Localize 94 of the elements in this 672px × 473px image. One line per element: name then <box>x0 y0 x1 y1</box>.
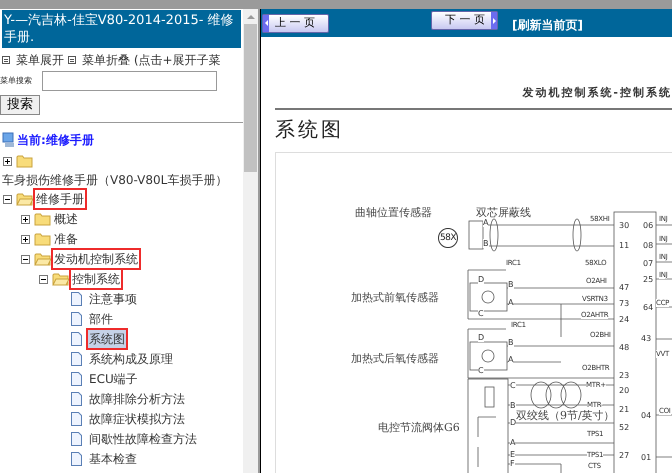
collapse-icon[interactable] <box>3 194 12 204</box>
tree-item[interactable]: 部件 <box>88 310 114 328</box>
pin-number: F <box>510 458 515 468</box>
expand-icon[interactable] <box>21 234 30 244</box>
menu-link[interactable]: 菜单展开 <box>16 51 64 69</box>
document-icon <box>71 372 82 386</box>
pin-number: B <box>508 280 514 288</box>
pin-number: 24 <box>619 314 630 324</box>
pin-number: 25 <box>643 274 654 284</box>
pin-number: A <box>508 354 514 364</box>
current-location: 当前:维修手册 <box>17 132 94 149</box>
diagram-label: 加热式前氧传感器 <box>351 290 439 304</box>
document-icon <box>71 392 82 406</box>
pin-number: 01 <box>641 452 652 462</box>
document-icon <box>71 332 82 346</box>
tree-item[interactable]: 系统图 <box>88 330 126 348</box>
pin-number: A <box>508 298 514 306</box>
tree-item[interactable]: 注意事项 <box>88 290 138 308</box>
pin-number: 11 <box>619 240 630 250</box>
pin-number: 73 <box>619 298 630 308</box>
pin-number: 04 <box>641 410 652 420</box>
pin-number: A <box>510 438 516 446</box>
search-label: 菜单搜索 <box>0 75 33 87</box>
menu-link[interactable]: 菜单折叠 (点击+展开子菜 <box>82 51 221 69</box>
search-field[interactable] <box>42 71 217 91</box>
document-icon <box>71 352 82 366</box>
open-folder-icon <box>52 272 70 286</box>
folder-icon <box>34 232 52 246</box>
tree-item[interactable]: 故障症状模拟方法 <box>88 410 186 428</box>
pin-number: 21 <box>619 404 630 414</box>
pin-number: 30 <box>619 220 630 230</box>
tree-item[interactable]: 发动机控制系统 <box>53 250 139 268</box>
document-icon <box>71 292 82 306</box>
pin-number: D <box>478 332 484 342</box>
diagram-label: 加热式后氧传感器 <box>351 352 439 364</box>
scrollbar[interactable] <box>243 9 258 473</box>
next-page-button[interactable]: 下 一 页 <box>431 11 498 30</box>
document-icon <box>71 432 82 446</box>
pin-number: D <box>478 274 484 284</box>
connector-badge: 58X <box>438 228 458 248</box>
pin-number: D <box>510 418 516 426</box>
pin-number: C <box>478 366 484 374</box>
diagram-label: 电控节流阀体G6 <box>378 420 460 434</box>
search-button[interactable]: 搜索 <box>0 95 40 115</box>
pin-number: 47 <box>619 282 630 292</box>
diagram-label: 曲轴位置传感器 <box>355 206 432 218</box>
pin-number: 07 <box>643 258 654 268</box>
pin-number: 64 <box>643 302 654 312</box>
tree-item[interactable]: 概述 <box>53 210 79 228</box>
pin-number: 23 <box>619 370 630 380</box>
folder-icon <box>16 154 34 168</box>
pin-number: 08 <box>643 240 654 250</box>
document-header: 发动机控制系统-控制系统 <box>522 85 672 101</box>
pin-number: C <box>478 308 484 318</box>
tree-item[interactable]: 准备 <box>53 230 79 248</box>
document-icon <box>71 312 82 326</box>
tree-item[interactable]: 车身损伤维修手册（V80-V80L车损手册） <box>2 171 228 189</box>
pin-number: B <box>483 238 488 248</box>
tree-item[interactable]: 控制系统 <box>71 270 121 288</box>
menu-icon <box>2 56 10 64</box>
tree-item[interactable]: 间歇性故障检查方法 <box>88 430 198 448</box>
manual-title: Y-—汽吉林-佳宝V80-2014-2015- 维修手册. <box>2 10 241 48</box>
diagram-label: 双芯屏蔽线 <box>476 206 531 218</box>
menu-icon <box>68 56 76 64</box>
pin-number: B <box>510 400 516 410</box>
diagram-label: 双绞线（9节/英寸） <box>516 408 615 422</box>
pin-number: 48 <box>619 342 630 352</box>
tree-item[interactable]: 系统构成及原理 <box>88 350 174 368</box>
tree-item[interactable]: 维修手册 <box>35 190 85 208</box>
refresh-link[interactable]: [刷新当前页] <box>512 16 583 34</box>
pin-number: E <box>510 450 516 458</box>
pin-number: 20 <box>619 386 630 394</box>
computer-icon <box>2 132 15 148</box>
collapse-icon[interactable] <box>21 254 30 264</box>
pin-number: B <box>508 338 514 346</box>
previous-page-button[interactable]: 上 一 页 <box>262 14 329 32</box>
open-folder-icon <box>34 252 52 266</box>
pin-number: C <box>510 380 516 390</box>
pin-number: 52 <box>619 422 630 432</box>
expand-icon[interactable] <box>21 214 30 224</box>
expand-icon[interactable] <box>3 156 12 166</box>
document-icon <box>71 452 82 466</box>
tree-item[interactable]: ECU端子 <box>88 370 139 388</box>
pin-number: 27 <box>619 450 630 460</box>
document-title: 系统图 <box>275 116 344 142</box>
tree-item[interactable]: 基本检查 <box>88 450 138 468</box>
pin-number: 06 <box>643 220 654 230</box>
open-folder-icon <box>16 192 34 206</box>
collapse-icon[interactable] <box>39 274 48 284</box>
document-icon <box>71 412 82 426</box>
folder-icon <box>34 212 52 226</box>
tree-item[interactable]: 故障排除分析方法 <box>88 390 186 408</box>
pin-number: A <box>483 218 488 226</box>
pin-number: 43 <box>641 334 652 342</box>
